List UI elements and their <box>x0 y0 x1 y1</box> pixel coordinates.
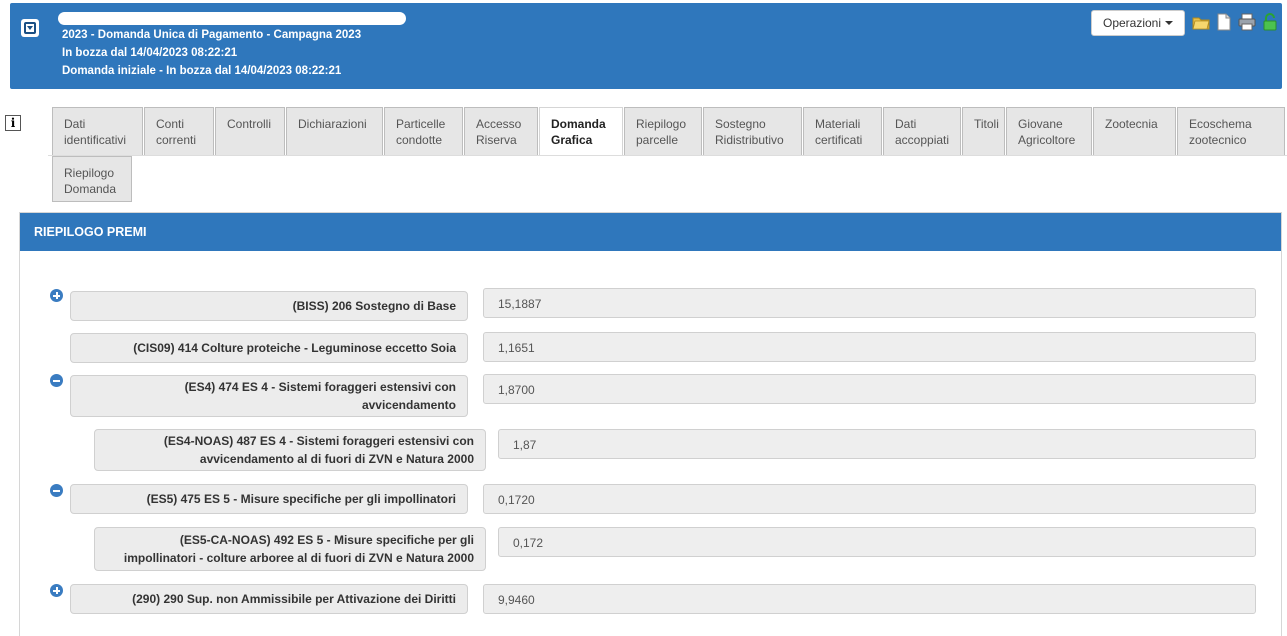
operations-label: Operazioni <box>1102 16 1162 30</box>
application-header: 2023 - Domanda Unica di Pagamento - Camp… <box>10 3 1282 89</box>
chevron-down-icon <box>24 22 36 34</box>
tab-riepilogo-parcelle[interactable]: Riepilogo parcelle <box>624 107 702 155</box>
row-value-field: 0,172 <box>498 527 1256 557</box>
panel-title: RIEPILOGO PREMI <box>20 213 1281 251</box>
tab-ecoschema-zootecnico[interactable]: Ecoschema zootecnico <box>1177 107 1285 155</box>
row-label: (BISS) 206 Sostegno di Base <box>70 291 468 321</box>
status-text: In bozza dal 14/04/2023 08:22:21 <box>62 47 238 59</box>
tab-zootecnia[interactable]: Zootecnia <box>1093 107 1176 155</box>
tab-titoli[interactable]: Titoli <box>962 107 1005 155</box>
tab-accesso-riserva[interactable]: Accesso Riserva <box>464 107 538 155</box>
row-value-field: 1,8700 <box>483 374 1256 404</box>
expand-plus-icon[interactable] <box>50 289 63 302</box>
tab-domanda-grafica[interactable]: Domanda Grafica <box>539 107 623 156</box>
tab-dichiarazioni[interactable]: Dichiarazioni <box>286 107 383 155</box>
operations-dropdown[interactable]: Operazioni <box>1091 10 1185 36</box>
collapse-minus-icon[interactable] <box>50 484 63 497</box>
unlock-icon[interactable] <box>1261 13 1279 31</box>
tab-divider <box>48 155 1287 156</box>
print-icon[interactable] <box>1238 13 1256 31</box>
row-label: (ES5) 475 ES 5 - Misure specifiche per g… <box>70 484 468 514</box>
menu-toggle-button[interactable] <box>21 19 39 37</box>
info-icon[interactable]: i <box>5 115 21 131</box>
redacted-area <box>58 12 406 25</box>
tab-sostegno-ridistributivo[interactable]: Sostegno Ridistributivo <box>703 107 802 155</box>
row-value-field: 9,9460 <box>483 584 1256 614</box>
tab-materiali-certificati[interactable]: Materiali certificati <box>803 107 882 155</box>
row-value-field: 0,1720 <box>483 484 1256 514</box>
page-title: 2023 - Domanda Unica di Pagamento - Camp… <box>62 29 362 41</box>
collapse-minus-icon[interactable] <box>50 374 63 387</box>
tab-dati-accoppiati[interactable]: Dati accoppiati <box>883 107 961 155</box>
row-label: (ES4-NOAS) 487 ES 4 - Sistemi foraggeri … <box>94 429 486 471</box>
tab-controlli[interactable]: Controlli <box>215 107 285 155</box>
row-value-field: 1,87 <box>498 429 1256 459</box>
tab-dati-identificativi[interactable]: Dati identificativi <box>52 107 143 155</box>
riepilogo-premi-panel: RIEPILOGO PREMI <box>19 212 1282 636</box>
row-label: (ES4) 474 ES 4 - Sistemi foraggeri esten… <box>70 375 468 417</box>
folder-icon[interactable] <box>1192 13 1210 31</box>
caret-down-icon <box>1165 21 1174 25</box>
row-value-field: 15,1887 <box>483 288 1256 318</box>
row-value-field: 1,1651 <box>483 332 1256 362</box>
row-label: (ES5-CA-NOAS) 492 ES 5 - Misure specific… <box>94 527 486 571</box>
row-label: (290) 290 Sup. non Ammissibile per Attiv… <box>70 584 468 614</box>
row-label: (CIS09) 414 Colture proteiche - Legumino… <box>70 333 468 363</box>
detail-text: Domanda iniziale - In bozza dal 14/04/20… <box>62 65 342 77</box>
tab-riepilogo-domanda[interactable]: Riepilogo Domanda <box>52 156 132 202</box>
document-icon[interactable] <box>1215 13 1233 31</box>
tab-particelle-condotte[interactable]: Particelle condotte <box>384 107 463 155</box>
tab-giovane-agricoltore[interactable]: Giovane Agricoltore <box>1006 107 1092 155</box>
tab-conti-correnti[interactable]: Conti correnti <box>144 107 214 155</box>
expand-plus-icon[interactable] <box>50 584 63 597</box>
